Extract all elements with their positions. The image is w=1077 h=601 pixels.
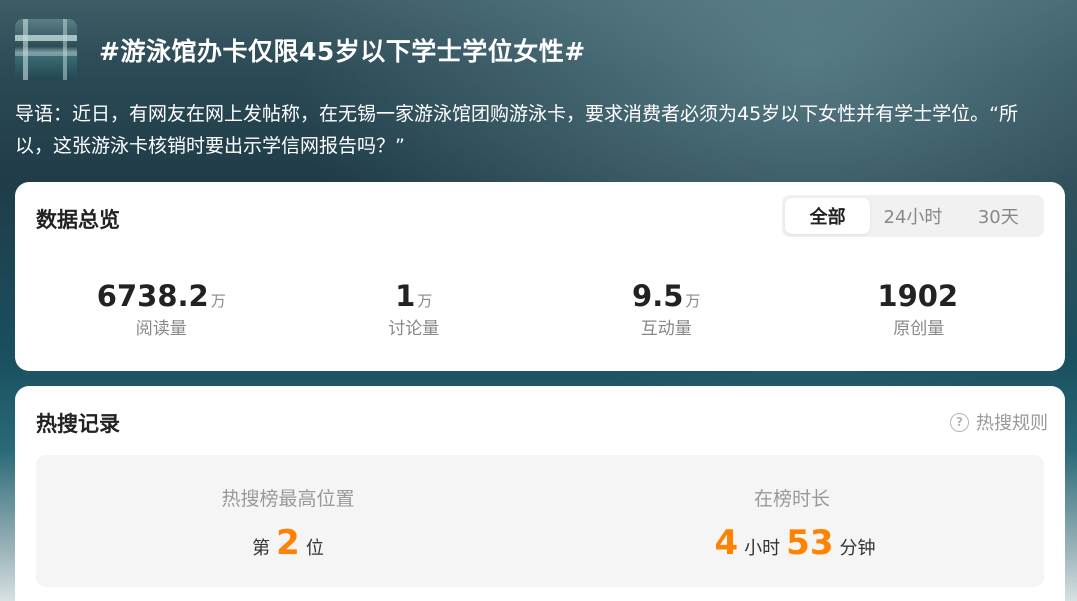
rule-link-label: 热搜规则 xyxy=(976,413,1048,434)
hot-search-stats: 热搜榜最高位置 第 2 位 在榜时长 4 小时 53 分钟 xyxy=(36,455,1044,587)
chart-duration: 在榜时长 4 小时 53 分钟 xyxy=(540,455,1044,587)
hot-search-rules-link[interactable]: ? 热搜规则 xyxy=(950,409,1048,435)
question-circle-icon: ? xyxy=(950,412,969,432)
tab-30d[interactable]: 30天 xyxy=(956,198,1041,234)
topic-intro: 导语：近日，有网友在网上发帖称，在无锡一家游泳馆团购游泳卡，要求消费者必须为45… xyxy=(15,103,1019,157)
tab-all[interactable]: 全部 xyxy=(785,198,871,234)
stat-value: 6738.2 xyxy=(96,279,209,313)
stat-label: 阅读量 xyxy=(135,319,187,339)
stat-label: 讨论量 xyxy=(388,319,440,339)
duration-hours: 4 xyxy=(714,523,739,563)
stat-unit: 万 xyxy=(685,292,701,310)
overview-title: 数据总览 xyxy=(36,208,120,232)
peak-suffix: 位 xyxy=(305,538,324,559)
stat-originals: 1902 原创量 xyxy=(793,279,1046,339)
stat-interactions: 9.5 万 互动量 xyxy=(540,279,793,339)
time-range-tabs: 全部 24小时 30天 xyxy=(782,195,1044,237)
stat-value: 9.5 xyxy=(632,279,684,313)
stat-unit: 万 xyxy=(210,292,226,310)
hot-search-title: 热搜记录 xyxy=(36,412,120,436)
stat-reads: 6738.2 万 阅读量 xyxy=(35,279,288,339)
stat-value: 1 xyxy=(395,279,416,313)
topic-thumbnail[interactable] xyxy=(15,19,77,80)
stat-label: 互动量 xyxy=(640,319,692,339)
duration-minutes-unit: 分钟 xyxy=(839,538,876,559)
overview-card: 数据总览 全部 24小时 30天 6738.2 万 阅读量 1万 讨论量 9.5 万… xyxy=(15,182,1065,371)
stat-value: 1902 xyxy=(877,279,959,313)
topic-title: #游泳馆办卡仅限45岁以下学士学位女性# xyxy=(99,36,586,66)
duration-minutes: 53 xyxy=(786,523,834,563)
stat-unit: 万 xyxy=(417,292,433,310)
duration-hours-unit: 小时 xyxy=(744,538,781,559)
peak-prefix: 第 xyxy=(252,538,271,559)
duration-label: 在榜时长 xyxy=(753,488,830,510)
peak-position: 热搜榜最高位置 第 2 位 xyxy=(36,455,540,587)
stat-discussions: 1万 讨论量 xyxy=(288,279,541,339)
peak-value: 2 xyxy=(276,523,300,563)
hot-search-card: 热搜记录 ? 热搜规则 热搜榜最高位置 第 2 位 在榜时长 4 小时 53 分… xyxy=(15,386,1065,601)
stat-label: 原创量 xyxy=(893,319,945,339)
stats-row: 6738.2 万 阅读量 1万 讨论量 9.5 万 互动量 1902 原创量 xyxy=(35,279,1045,339)
tab-24h[interactable]: 24小时 xyxy=(870,198,955,234)
peak-label: 热搜榜最高位置 xyxy=(221,488,355,510)
topic-header: #游泳馆办卡仅限45岁以下学士学位女性# xyxy=(15,19,586,80)
